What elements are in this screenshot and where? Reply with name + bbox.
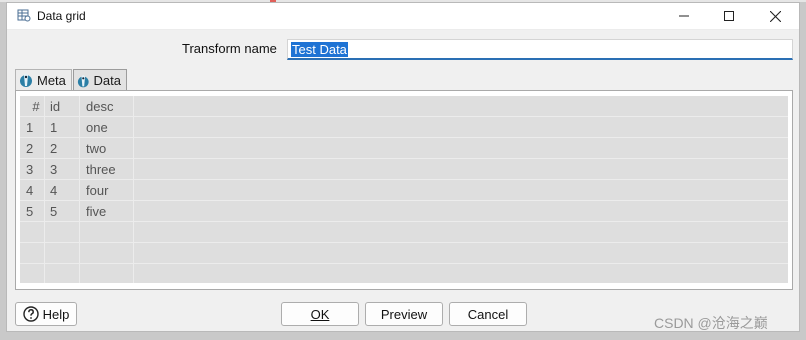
table-row[interactable]: 1 1 one bbox=[20, 117, 788, 138]
close-icon bbox=[769, 10, 781, 22]
cell-desc[interactable]: four bbox=[86, 180, 108, 201]
ok-button-label: OK bbox=[310, 306, 330, 322]
maximize-icon bbox=[724, 11, 734, 21]
data-grid[interactable]: # id desc 1 1 one 2 2 two 3 3 three 4 4 bbox=[20, 96, 788, 283]
cell-id[interactable]: 4 bbox=[50, 180, 57, 201]
minimize-button[interactable] bbox=[661, 3, 707, 29]
tab-data-label: Data bbox=[93, 73, 121, 88]
help-button[interactable]: Help bbox=[15, 302, 77, 326]
row-number: 1 bbox=[26, 120, 34, 135]
cell-desc[interactable]: five bbox=[86, 201, 106, 222]
minimize-icon bbox=[679, 15, 689, 17]
row-number: 4 bbox=[26, 183, 34, 198]
hop-icon bbox=[20, 73, 32, 87]
grid-header-row: # id desc bbox=[20, 96, 788, 117]
data-grid-icon bbox=[17, 9, 31, 22]
ok-button[interactable]: OK bbox=[281, 302, 359, 326]
row-number: 5 bbox=[26, 204, 34, 219]
window-title: Data grid bbox=[37, 9, 86, 23]
maximize-button[interactable] bbox=[706, 3, 752, 29]
data-panel: # id desc 1 1 one 2 2 two 3 3 three 4 4 bbox=[15, 90, 793, 290]
cell-desc[interactable]: three bbox=[86, 159, 116, 180]
column-header-id[interactable]: id bbox=[50, 96, 60, 117]
cell-id[interactable]: 2 bbox=[50, 138, 57, 159]
cell-id[interactable]: 3 bbox=[50, 159, 57, 180]
table-row[interactable]: 4 4 four bbox=[20, 180, 788, 201]
empty-row[interactable] bbox=[20, 222, 788, 243]
cell-id[interactable]: 5 bbox=[50, 201, 57, 222]
grid-divider bbox=[133, 96, 134, 283]
watermark: CSDN @沧海之巅 bbox=[654, 315, 768, 331]
title-bar[interactable]: Data grid bbox=[7, 3, 799, 30]
row-number: 3 bbox=[26, 162, 34, 177]
table-row[interactable]: 3 3 three bbox=[20, 159, 788, 180]
empty-row[interactable] bbox=[20, 264, 788, 283]
preview-button-label: Preview bbox=[380, 306, 428, 322]
tab-meta-label: Meta bbox=[37, 72, 66, 88]
transform-name-value: Test Data bbox=[291, 41, 348, 57]
empty-row[interactable] bbox=[20, 243, 788, 264]
preview-button[interactable]: Preview bbox=[365, 302, 443, 326]
column-header-rownum[interactable]: # bbox=[26, 96, 46, 117]
table-row[interactable]: 5 5 five bbox=[20, 201, 788, 222]
cell-desc[interactable]: one bbox=[86, 117, 108, 138]
tab-meta[interactable]: Meta bbox=[15, 69, 72, 90]
hop-icon bbox=[77, 74, 89, 87]
column-header-desc[interactable]: desc bbox=[86, 96, 113, 117]
transform-name-label: Transform name bbox=[182, 41, 277, 56]
grid-divider bbox=[44, 96, 45, 283]
cancel-button[interactable]: Cancel bbox=[449, 302, 527, 326]
help-button-label: Help bbox=[42, 306, 70, 322]
table-row[interactable]: 2 2 two bbox=[20, 138, 788, 159]
dialog-window: Data grid Transform name Test Data Meta bbox=[6, 2, 800, 332]
grid-divider bbox=[79, 96, 80, 283]
tab-data[interactable]: Data bbox=[73, 69, 127, 91]
row-number: 2 bbox=[26, 141, 34, 156]
cell-id[interactable]: 1 bbox=[50, 117, 57, 138]
transform-name-input[interactable]: Test Data bbox=[287, 39, 793, 60]
cell-desc[interactable]: two bbox=[86, 138, 106, 159]
cancel-button-label: Cancel bbox=[467, 306, 509, 322]
close-button[interactable] bbox=[752, 3, 798, 29]
help-icon bbox=[22, 306, 39, 322]
